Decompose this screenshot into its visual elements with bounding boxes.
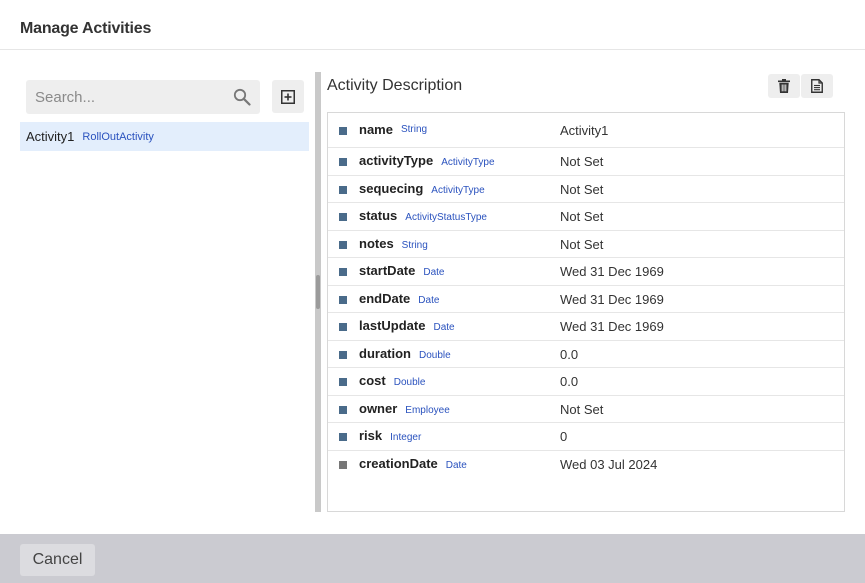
dialog-header: Manage Activities: [0, 0, 865, 50]
property-name-label: status: [359, 208, 398, 223]
property-name: owner Employee: [359, 401, 450, 416]
property-type: Date: [418, 294, 440, 306]
property-type: Date: [445, 459, 467, 471]
property-name-label: sequecing: [359, 180, 424, 196]
property-name: sequecing ActivityType: [359, 181, 485, 196]
property-name-label: owner: [359, 400, 398, 416]
cancel-button[interactable]: Cancel: [20, 544, 95, 576]
activity-name: Activity1: [26, 129, 75, 144]
property-row-owner[interactable]: owner Employee Not Set: [328, 396, 844, 423]
dialog-title: Manage Activities: [20, 20, 152, 37]
property-type: String: [400, 123, 428, 135]
property-type: Double: [393, 377, 426, 388]
property-name-label: endDate: [359, 290, 411, 306]
property-name-label: risk: [359, 428, 383, 443]
property-value[interactable]: 0.0: [560, 374, 578, 389]
property-name: endDate Date: [359, 291, 439, 306]
property-name: creationDate Date: [359, 456, 467, 471]
property-row-startDate[interactable]: startDate Date Wed 31 Dec 1969: [328, 258, 844, 286]
property-type: String: [401, 239, 428, 251]
activity-type: RollOutActivity: [82, 130, 154, 143]
add-activity-button[interactable]: [272, 80, 304, 113]
property-bullet-icon: [339, 268, 347, 276]
search-box[interactable]: [26, 80, 260, 114]
property-name: notes String: [359, 236, 428, 251]
property-bullet-icon: [339, 185, 347, 194]
search-icon[interactable]: [233, 88, 251, 106]
property-value[interactable]: Wed 31 Dec 1969: [560, 319, 664, 334]
property-type: Date: [423, 267, 445, 278]
property-bullet-icon: [339, 213, 347, 221]
property-value[interactable]: Not Set: [560, 402, 603, 417]
document-icon: [811, 79, 823, 93]
trash-icon: [778, 79, 790, 93]
property-value[interactable]: Not Set: [560, 182, 603, 197]
property-bullet-icon: [339, 158, 347, 166]
activity-list-item[interactable]: Activity1 RollOutActivity: [20, 122, 309, 151]
property-bullet-icon: [339, 295, 347, 304]
property-value[interactable]: Activity1: [560, 123, 608, 138]
property-type: Employee: [405, 404, 450, 416]
property-type: ActivityType: [431, 184, 485, 196]
description-title: Activity Description: [327, 77, 463, 94]
splitter-grip[interactable]: [316, 275, 320, 309]
property-row-cost[interactable]: cost Double 0.0: [328, 368, 844, 396]
property-value[interactable]: Not Set: [560, 154, 603, 169]
property-value[interactable]: Wed 31 Dec 1969: [560, 264, 664, 279]
property-row-endDate[interactable]: endDate Date Wed 31 Dec 1969: [328, 286, 844, 313]
property-value[interactable]: Not Set: [560, 237, 603, 252]
property-type: ActivityType: [441, 157, 495, 168]
property-row-lastUpdate[interactable]: lastUpdate Date Wed 31 Dec 1969: [328, 313, 844, 341]
property-type: Integer: [390, 432, 422, 443]
property-row-sequecing[interactable]: sequecing ActivityType Not Set: [328, 176, 844, 203]
property-bullet-icon: [339, 240, 347, 249]
property-name-label: creationDate: [359, 455, 438, 471]
dialog-footer: Cancel: [0, 534, 865, 583]
property-name: risk Integer: [359, 428, 421, 443]
property-name-label: activityType: [359, 153, 434, 168]
property-bullet-icon: [339, 350, 347, 359]
property-name-label: name: [359, 121, 393, 137]
property-bullet-icon: [339, 378, 347, 386]
panel-splitter[interactable]: [315, 72, 321, 512]
properties-table: name String Activity1 activityType ActivityT…: [327, 112, 845, 512]
property-name-label: cost: [359, 373, 386, 388]
property-name: activityType ActivityType: [359, 153, 495, 168]
document-button[interactable]: [801, 74, 833, 98]
property-name: duration Double: [359, 346, 451, 361]
property-row-duration[interactable]: duration Double 0.0: [328, 341, 844, 368]
property-row-notes[interactable]: notes String Not Set: [328, 231, 844, 258]
property-name: lastUpdate Date: [359, 318, 455, 333]
property-bullet-icon: [339, 433, 347, 441]
property-bullet-icon: [339, 405, 347, 414]
property-value[interactable]: 0.0: [560, 347, 578, 362]
property-type: ActivityStatusType: [405, 212, 487, 223]
property-name: cost Double: [359, 373, 425, 388]
property-row-status[interactable]: status ActivityStatusType Not Set: [328, 203, 844, 231]
property-row-risk[interactable]: risk Integer 0: [328, 423, 844, 451]
property-type: Double: [419, 349, 451, 361]
property-name-label: duration: [359, 345, 411, 361]
property-value[interactable]: Not Set: [560, 209, 603, 224]
property-name-label: startDate: [359, 263, 416, 278]
delete-button[interactable]: [768, 74, 800, 98]
property-value[interactable]: Wed 31 Dec 1969: [560, 292, 664, 307]
property-name: name String: [359, 122, 427, 137]
property-bullet-icon: [339, 126, 347, 135]
property-bullet-icon: [339, 460, 347, 469]
property-bullet-icon: [339, 323, 347, 331]
property-row-activityType[interactable]: activityType ActivityType Not Set: [328, 148, 844, 176]
property-name: startDate Date: [359, 263, 444, 278]
search-input[interactable]: [26, 80, 226, 114]
property-name: status ActivityStatusType: [359, 208, 487, 223]
property-row-creationDate[interactable]: creationDate Date Wed 03 Jul 2024: [328, 451, 844, 478]
property-value[interactable]: Wed 03 Jul 2024: [560, 457, 657, 472]
property-name-label: notes: [359, 235, 394, 251]
property-row-name[interactable]: name String Activity1: [328, 113, 844, 148]
property-value[interactable]: 0: [560, 429, 567, 444]
property-name-label: lastUpdate: [359, 318, 426, 333]
add-box-icon: [281, 89, 295, 104]
property-type: Date: [433, 322, 455, 333]
